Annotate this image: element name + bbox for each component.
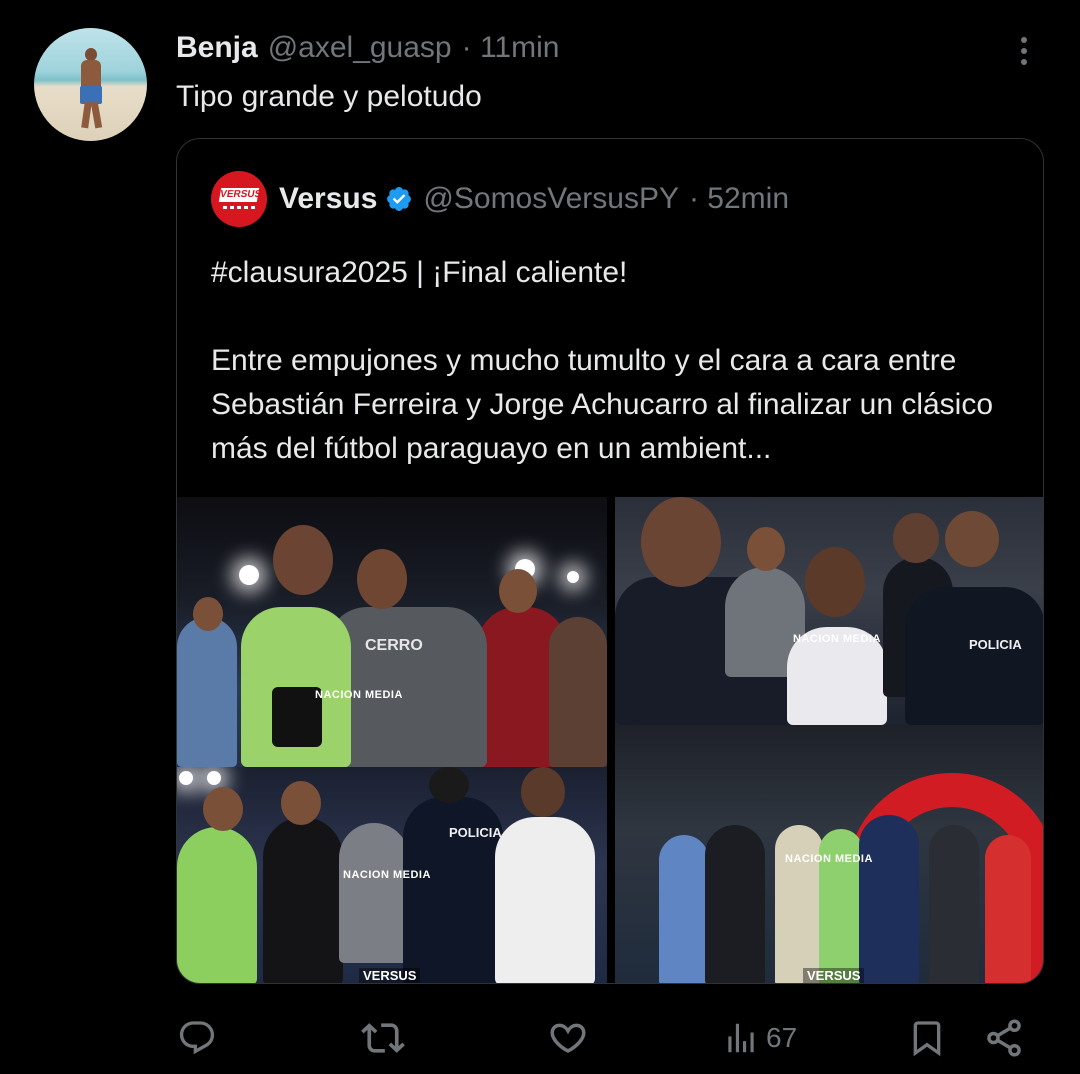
tweet-time[interactable]: · 11min [462, 31, 560, 65]
media-grid: CERRO NACION MEDIA POLICIA NACION MEDIA [177, 497, 1043, 983]
photo-1-shirt-text: CERRO [365, 637, 423, 654]
tweet-header: Benja @axel_guasp · 11min [176, 30, 559, 66]
author-name[interactable]: Benja [176, 31, 258, 65]
reply-icon [179, 1021, 215, 1055]
photo-3-watermark: NACION MEDIA [343, 869, 431, 881]
quoted-author-name[interactable]: Versus [279, 182, 377, 216]
views-button[interactable]: 67 [722, 1010, 797, 1066]
photo-2-watermark: NACION MEDIA [793, 633, 881, 645]
quoted-text: #clausura2025 | ¡Final caliente! Entre e… [211, 251, 1031, 471]
quoted-text-line1: #clausura2025 | ¡Final caliente! [211, 256, 628, 289]
photo-2-shirt-text: POLICIA [969, 637, 1022, 652]
quoted-text-line2: Entre empujones y mucho tumulto y el car… [211, 344, 994, 465]
more-options-icon[interactable] [1012, 32, 1036, 70]
quoted-header: Versus @SomosVersusPY · 52min [279, 179, 789, 219]
views-count: 67 [766, 1022, 798, 1053]
photo-1-watermark: NACION MEDIA [315, 689, 403, 701]
photo-4-watermark: NACION MEDIA [785, 853, 873, 865]
quoted-author-handle[interactable]: @SomosVersusPY [423, 182, 679, 216]
bookmark-button[interactable] [907, 1010, 947, 1066]
media-photo-4[interactable]: NACION MEDIA VERSUS [615, 725, 1043, 983]
photo-4-versus-logo: VERSUS [803, 968, 865, 983]
photo-3-shirt-text: POLICIA [449, 825, 502, 840]
quoted-author-avatar[interactable]: VERSUS [211, 171, 267, 227]
author-handle[interactable]: @axel_guasp [268, 31, 452, 65]
bookmark-icon [913, 1021, 941, 1057]
author-avatar[interactable] [34, 28, 147, 141]
photo-3-versus-logo: VERSUS [359, 968, 421, 983]
media-photo-2[interactable]: POLICIA NACION MEDIA [615, 497, 1043, 725]
action-bar: 67 [0, 1010, 1080, 1066]
views-icon [728, 1023, 754, 1053]
heart-icon [550, 1023, 586, 1053]
media-photo-1[interactable]: CERRO NACION MEDIA [177, 497, 607, 767]
share-icon [987, 1019, 1021, 1057]
quoted-tweet-time[interactable]: · 52min [689, 182, 789, 216]
tweet-text: Tipo grande y pelotudo [176, 80, 482, 113]
share-button[interactable] [983, 1010, 1025, 1066]
retweet-icon [361, 1023, 405, 1053]
media-photo-3[interactable]: POLICIA NACION MEDIA VERSUS [177, 767, 607, 983]
retweet-button[interactable] [361, 1010, 405, 1066]
versus-logo-text: VERSUS [218, 188, 263, 202]
quoted-tweet[interactable]: VERSUS Versus @SomosVersusPY · 52min #cl… [176, 138, 1044, 984]
reply-button[interactable] [177, 1010, 217, 1066]
like-button[interactable] [547, 1010, 589, 1066]
verified-badge-icon [387, 187, 412, 211]
